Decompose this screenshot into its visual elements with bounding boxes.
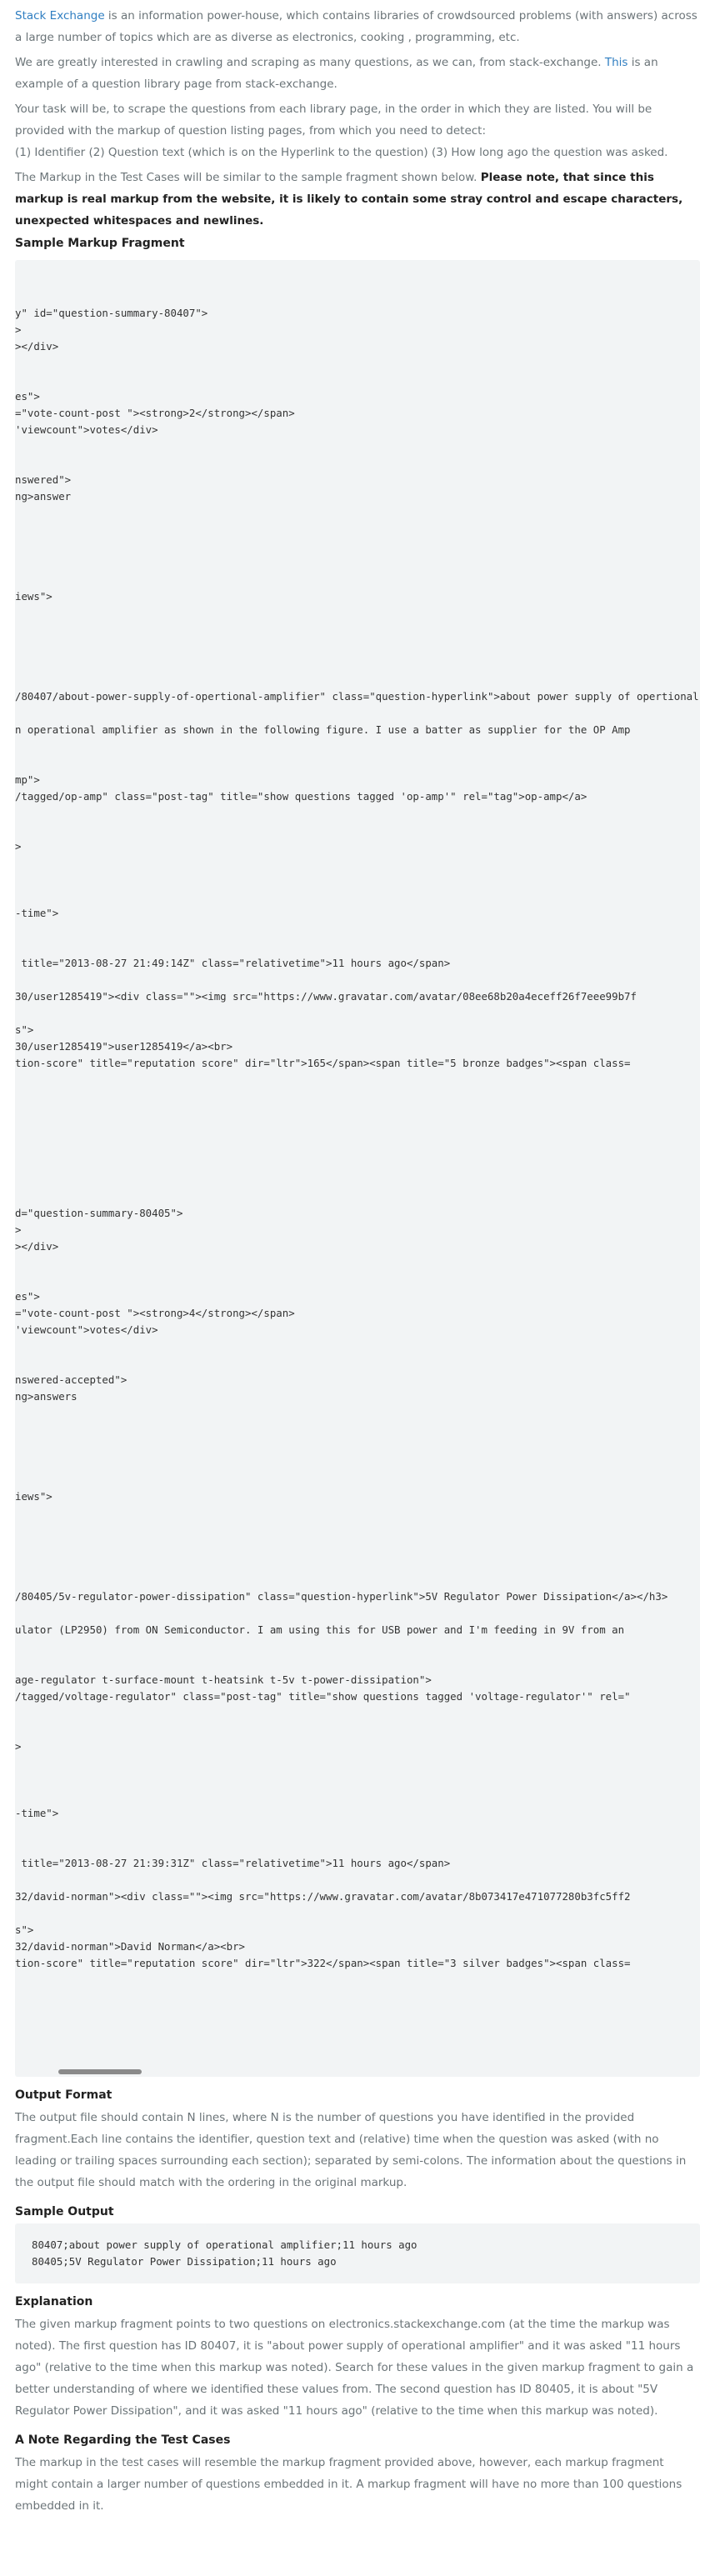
problem-statement: Stack Exchange is an information power-h… [0, 0, 715, 2517]
sample-markup-code-block[interactable]: y" id="question-summary-80407"> > ></div… [15, 260, 700, 2077]
sample-markup-code: y" id="question-summary-80407"> > ></div… [15, 307, 699, 1969]
horizontal-scrollbar-thumb[interactable] [58, 2069, 142, 2074]
intro-section: Stack Exchange is an information power-h… [15, 5, 700, 232]
intro-paragraph-4: (1) Identifier (2) Question text (which … [15, 146, 668, 159]
intro-text-5: The Markup in the Test Cases will be sim… [15, 171, 481, 184]
intro-text-2a: We are greatly interested in crawling an… [15, 56, 605, 69]
test-cases-note-heading: A Note Regarding the Test Cases [15, 2433, 231, 2447]
explanation-heading: Explanation [15, 2295, 93, 2308]
explanation-text: The given markup fragment points to two … [15, 2318, 694, 2418]
intro-paragraph-2: We are greatly interested in crawling an… [15, 52, 700, 95]
intro-paragraph-5: The Markup in the Test Cases will be sim… [15, 167, 700, 232]
sample-output-code-block: 80407;about power supply of operational … [15, 2223, 700, 2283]
sample-markup-heading: Sample Markup Fragment [15, 237, 185, 250]
intro-text-1: is an information power-house, which con… [15, 9, 698, 44]
stack-exchange-link[interactable]: Stack Exchange [15, 9, 105, 23]
example-page-link[interactable]: This [605, 56, 628, 69]
output-format-text: The output file should contain N lines, … [15, 2111, 687, 2189]
intro-paragraph-3: Your task will be, to scrape the questio… [15, 103, 652, 138]
sample-output-code: 80407;about power supply of operational … [32, 2238, 418, 2268]
sample-output-heading: Sample Output [15, 2205, 114, 2218]
intro-paragraph-1: Stack Exchange is an information power-h… [15, 5, 700, 48]
output-format-heading: Output Format [15, 2088, 112, 2102]
test-cases-note-text: The markup in the test cases will resemb… [15, 2456, 682, 2513]
